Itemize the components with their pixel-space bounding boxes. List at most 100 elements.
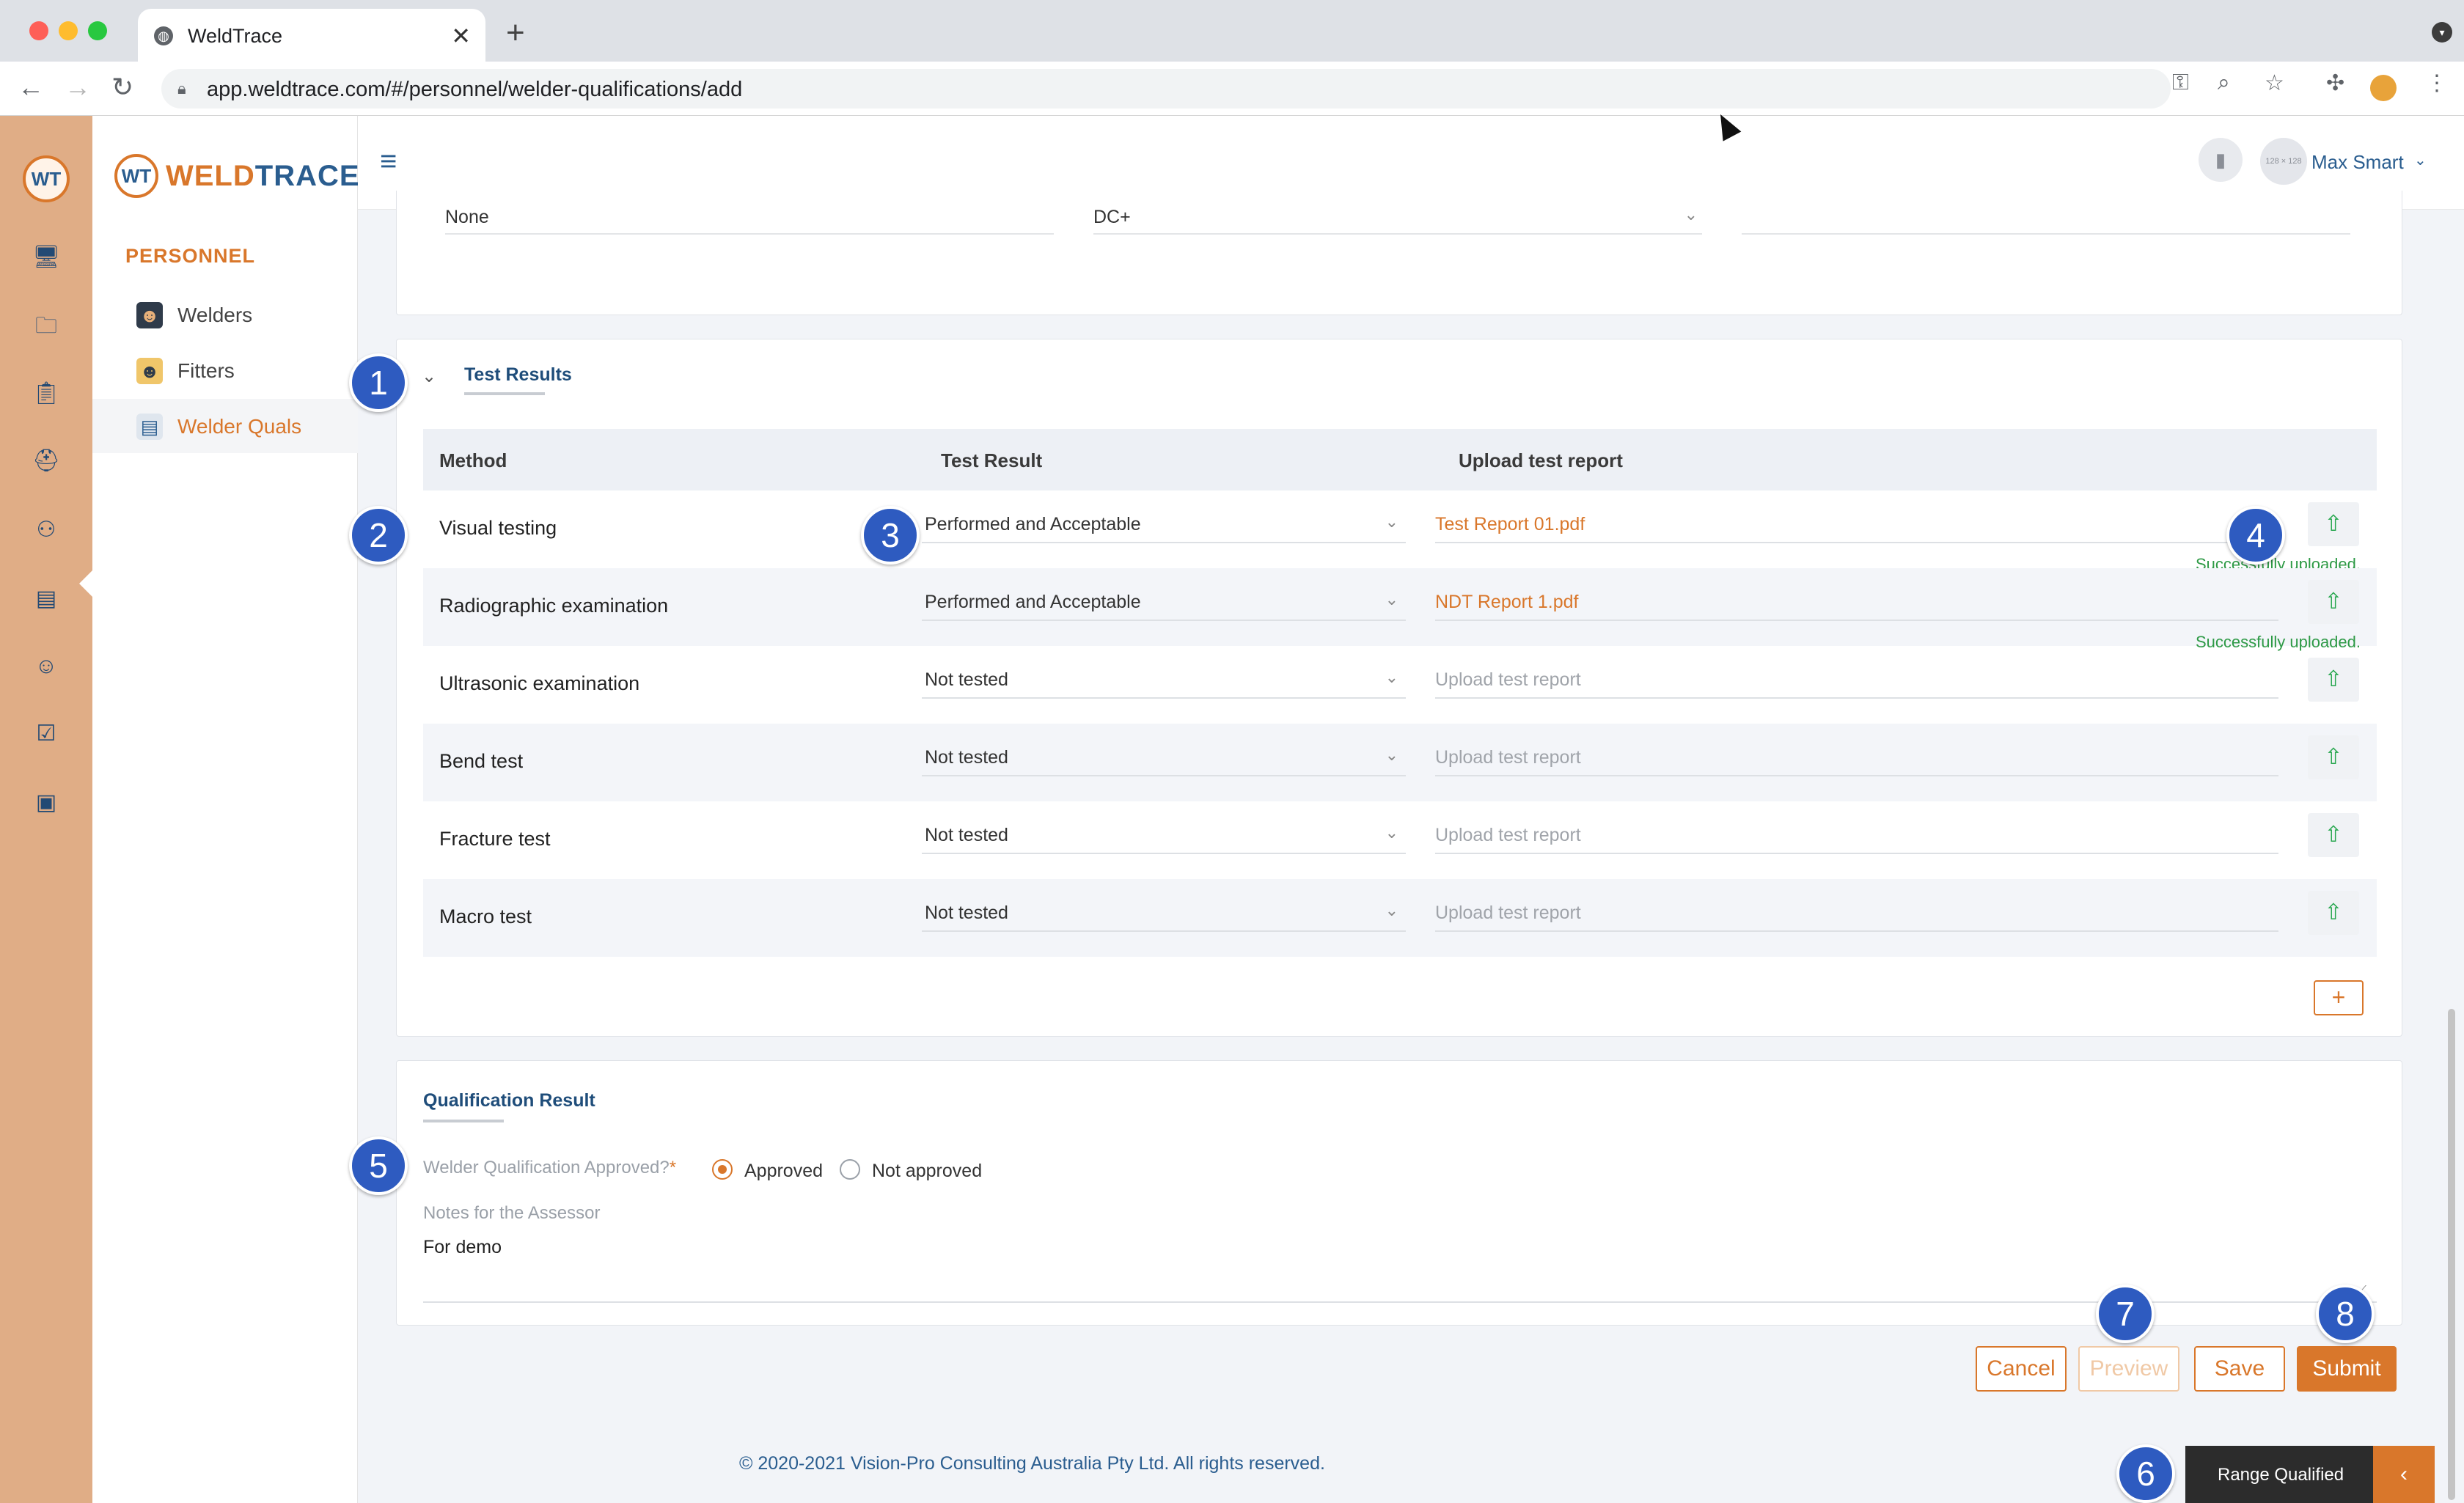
new-tab-button[interactable]: + xyxy=(506,15,525,51)
badge-icon[interactable]: ▣ xyxy=(29,786,63,820)
parameter-field-1[interactable]: None xyxy=(445,201,1054,235)
upload-field[interactable]: Upload test report xyxy=(1435,892,2278,932)
sidebar-item-fitters[interactable]: ☻ Fitters xyxy=(92,343,358,397)
upload-field[interactable]: Upload test report xyxy=(1435,737,2278,776)
submit-button[interactable]: Submit xyxy=(2297,1346,2397,1392)
selected-value: Not tested xyxy=(925,669,1008,690)
approval-question: Welder Qualification Approved?* xyxy=(423,1158,676,1178)
upload-placeholder: Upload test report xyxy=(1435,903,1581,923)
column-header-upload: Upload test report xyxy=(1459,449,1623,471)
sidebar-item-welders[interactable]: ☻ Welders xyxy=(92,287,358,342)
browser-tab[interactable]: ◍ WeldTrace ✕ xyxy=(138,9,485,62)
section-title[interactable]: Test Results xyxy=(464,364,572,386)
annotation-badge: 1 xyxy=(349,353,408,412)
forward-icon[interactable]: → xyxy=(65,72,91,103)
close-tab-button[interactable]: ✕ xyxy=(451,22,471,50)
chevron-down-icon: ⌄ xyxy=(1385,823,1398,842)
method-name: Bend test xyxy=(439,750,524,772)
upload-icon[interactable]: ⇧ xyxy=(2308,580,2359,624)
app-logo[interactable]: WT xyxy=(23,155,70,202)
upload-icon[interactable]: ⇧ xyxy=(2308,891,2359,935)
save-button[interactable]: Save xyxy=(2194,1346,2285,1392)
extensions-icon[interactable]: ✣ xyxy=(2326,70,2344,96)
approved-radio-label[interactable]: Approved xyxy=(744,1161,823,1182)
chevron-down-icon: ⌄ xyxy=(1385,590,1398,609)
profile-icon[interactable] xyxy=(2370,75,2397,101)
welder-mask-icon[interactable]: ⛑︎ xyxy=(29,444,63,478)
url-text[interactable]: app.weldtrace.com/#/personnel/welder-qua… xyxy=(207,78,742,102)
back-icon[interactable]: ← xyxy=(18,72,44,103)
chevron-down-icon[interactable]: ⌄ xyxy=(2414,151,2427,169)
brand-wordmark: WELDTRACE xyxy=(166,160,360,193)
minimize-window-button[interactable] xyxy=(59,21,78,40)
qualification-card: Qualification Result Welder Qualificatio… xyxy=(396,1060,2402,1326)
test-result-select[interactable]: Not tested ⌄ xyxy=(922,815,1406,854)
menu-icon[interactable]: ≡ xyxy=(380,145,397,178)
preview-button[interactable]: Preview xyxy=(2078,1346,2179,1392)
monitor-icon[interactable]: 🖥︎ xyxy=(29,240,63,274)
range-qualified-panel[interactable]: Range Qualified ‹ xyxy=(2185,1446,2435,1503)
upload-icon[interactable]: ⇧ xyxy=(2308,735,2359,779)
book-icon[interactable]: ▮ xyxy=(2199,138,2243,182)
test-results-card: ⌄ Test Results Method Test Result Upload… xyxy=(396,339,2402,1037)
upload-icon[interactable]: ⇧ xyxy=(2308,502,2359,546)
checklist-clock-icon[interactable]: ☑ xyxy=(29,717,63,751)
tab-title: WeldTrace xyxy=(188,25,283,47)
upload-field[interactable]: Test Report 01.pdf xyxy=(1435,504,2278,543)
table-row: Fracture test Not tested ⌄ Upload test r… xyxy=(423,801,2377,879)
upload-icon[interactable]: ⇧ xyxy=(2308,813,2359,857)
annotation-badge: 2 xyxy=(349,506,408,565)
test-result-select[interactable]: Performed and Acceptable ⌄ xyxy=(922,504,1406,543)
team-icon[interactable]: ☺ xyxy=(29,650,63,683)
selected-value: Performed and Acceptable xyxy=(925,514,1141,534)
not-approved-radio[interactable] xyxy=(840,1159,860,1180)
user-name[interactable]: Max Smart xyxy=(2311,151,2404,174)
test-result-select[interactable]: Not tested ⌄ xyxy=(922,659,1406,699)
folder-settings-icon[interactable]: 🗀 xyxy=(29,309,63,343)
parameter-field-3[interactable] xyxy=(1742,201,2350,235)
upload-field[interactable]: NDT Report 1.pdf xyxy=(1435,581,2278,621)
not-approved-radio-label[interactable]: Not approved xyxy=(872,1161,982,1182)
test-result-select[interactable]: Not tested ⌄ xyxy=(922,892,1406,932)
collapse-chevron-icon[interactable]: ⌄ xyxy=(422,366,436,387)
sidebar-item-label: Welder Quals xyxy=(177,415,302,438)
close-window-button[interactable] xyxy=(29,21,48,40)
more-menu-icon[interactable]: ⋮ xyxy=(2426,70,2448,96)
table-row: Radiographic examination Performed and A… xyxy=(423,568,2377,651)
reload-icon[interactable]: ↻ xyxy=(111,72,133,103)
maximize-window-button[interactable] xyxy=(88,21,107,40)
upload-field[interactable]: Upload test report xyxy=(1435,659,2278,699)
approved-radio[interactable] xyxy=(712,1159,733,1180)
chevron-left-icon[interactable]: ‹ xyxy=(2373,1446,2435,1503)
zoom-icon[interactable]: ⌕ xyxy=(2218,70,2230,95)
upload-icon[interactable]: ⇧ xyxy=(2308,658,2359,702)
sidebar-item-welder-quals[interactable]: ▤ Welder Quals xyxy=(92,399,358,453)
notes-textarea[interactable]: For demo ⟋ xyxy=(423,1230,2377,1303)
star-icon[interactable]: ☆ xyxy=(2265,70,2284,96)
uploaded-file-link[interactable]: NDT Report 1.pdf xyxy=(1435,592,1578,613)
annotation-badge: 3 xyxy=(861,506,920,565)
uploaded-file-link[interactable]: Test Report 01.pdf xyxy=(1435,514,1585,535)
clipboard-gear-icon[interactable]: 📋︎ xyxy=(29,377,63,411)
method-name: Ultrasonic examination xyxy=(439,672,640,694)
key-icon[interactable]: ⚿ xyxy=(2172,70,2189,95)
test-result-select[interactable]: Performed and Acceptable ⌄ xyxy=(922,581,1406,621)
cancel-button[interactable]: Cancel xyxy=(1976,1346,2067,1392)
upload-field[interactable]: Upload test report xyxy=(1435,815,2278,854)
active-pointer xyxy=(79,570,92,597)
org-chart-icon[interactable]: ⚇ xyxy=(29,513,63,547)
tab-search-icon[interactable]: ▾ xyxy=(2432,22,2452,43)
avatar[interactable]: 128 × 128 xyxy=(2260,138,2307,185)
current-type-select[interactable]: DC+ ⌄ xyxy=(1093,201,1702,235)
method-name: Visual testing xyxy=(439,517,557,539)
address-bar[interactable]: 🔒︎ app.weldtrace.com/#/personnel/welder-… xyxy=(161,69,2171,109)
globe-icon: ◍ xyxy=(154,26,173,45)
scrollbar-thumb[interactable] xyxy=(2448,1009,2455,1500)
workstation-icon[interactable]: ▤ xyxy=(29,582,63,616)
add-row-button[interactable]: + xyxy=(2314,980,2364,1015)
test-result-select[interactable]: Not tested ⌄ xyxy=(922,737,1406,776)
annotation-badge: 4 xyxy=(2226,506,2285,565)
scrollbar[interactable] xyxy=(2446,210,2457,1503)
browser-tabbar: ◍ WeldTrace ✕ + ▾ xyxy=(0,0,2464,62)
annotation-badge: 7 xyxy=(2096,1285,2155,1343)
